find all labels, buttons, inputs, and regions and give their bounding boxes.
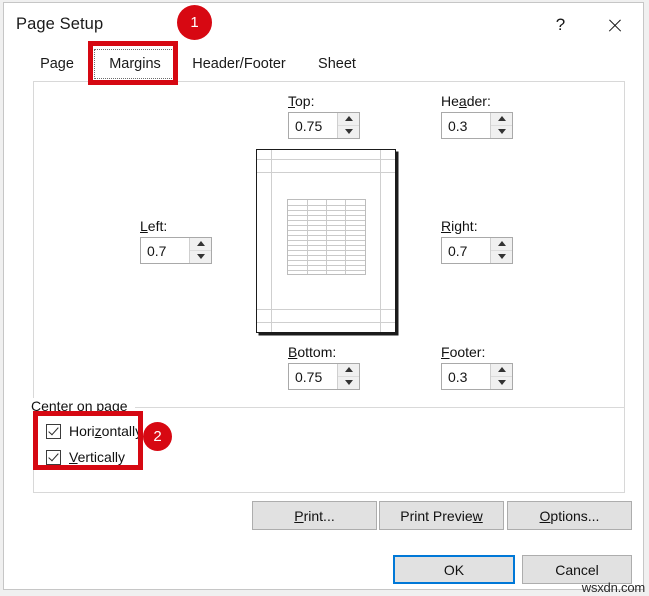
bottom-margin-input[interactable] [289, 364, 337, 389]
top-margin-label: Top: [288, 93, 315, 109]
top-margin-spinner[interactable] [288, 112, 360, 139]
bottom-margin-decrement-button[interactable] [338, 376, 359, 389]
preview-top-margin-line [257, 172, 395, 173]
top-margin-spin-buttons [337, 113, 359, 138]
preview-bottom-margin-line [257, 309, 395, 310]
top-margin-increment-button[interactable] [338, 113, 359, 126]
arrow-down-icon [497, 254, 506, 260]
help-button[interactable]: ? [538, 3, 583, 47]
tab-sheet-label: Sheet [318, 56, 356, 72]
checkbox-horizontally[interactable]: Horizontally [46, 423, 142, 439]
bottom-margin-spinner[interactable] [288, 363, 360, 390]
checkbox-horizontally-box[interactable] [46, 423, 61, 439]
tab-header-footer[interactable]: Header/Footer [180, 49, 298, 79]
preview-right-margin-line [380, 150, 381, 332]
header-margin-decrement-button[interactable] [491, 125, 512, 138]
header-margin-input[interactable] [442, 113, 490, 138]
left-margin-decrement-button[interactable] [190, 250, 211, 263]
left-margin-label: Left: [140, 218, 168, 234]
header-margin-increment-button[interactable] [491, 113, 512, 126]
bottom-margin-increment-button[interactable] [338, 364, 359, 377]
right-margin-spinner[interactable] [441, 237, 513, 264]
arrow-down-icon [344, 380, 353, 386]
bottom-margin-spin-buttons [337, 364, 359, 389]
header-margin-label: Header: [441, 93, 491, 109]
footer-margin-spinner[interactable] [441, 363, 513, 390]
header-margin-field: Header: [441, 93, 513, 139]
left-margin-input[interactable] [141, 238, 189, 263]
print-button-label: Print... [294, 507, 335, 524]
arrow-up-icon [497, 367, 506, 373]
top-margin-field: Top: [288, 93, 360, 139]
tab-page[interactable]: Page [26, 49, 88, 79]
preview-content-grid [287, 199, 366, 275]
left-margin-field: Left: [140, 218, 212, 264]
tab-strip: Page Margins Header/Footer Sheet [4, 47, 643, 81]
footer-margin-label: Footer: [441, 344, 486, 360]
right-margin-spin-buttons [490, 238, 512, 263]
preview-footer-line [257, 322, 395, 323]
print-preview-button-label: Print Preview [400, 507, 483, 524]
tab-header-footer-label: Header/Footer [192, 56, 286, 72]
right-margin-decrement-button[interactable] [491, 250, 512, 263]
preview-header-line [257, 159, 395, 160]
arrow-down-icon [497, 129, 506, 135]
left-margin-increment-button[interactable] [190, 238, 211, 251]
footer-margin-field: Footer: [441, 344, 513, 390]
ok-button[interactable]: OK [393, 555, 515, 584]
bottom-margin-label: Bottom: [288, 344, 337, 360]
tab-margins[interactable]: Margins [94, 49, 176, 79]
close-x-icon [607, 18, 622, 33]
arrow-up-icon [344, 116, 353, 122]
arrow-up-icon [196, 241, 205, 247]
page-title: Page Setup [16, 15, 104, 33]
header-margin-spinner[interactable] [441, 112, 513, 139]
left-margin-spinner[interactable] [140, 237, 212, 264]
right-margin-increment-button[interactable] [491, 238, 512, 251]
checkbox-horizontally-label: Horizontally [69, 423, 143, 439]
arrow-up-icon [497, 116, 506, 122]
top-margin-input[interactable] [289, 113, 337, 138]
ok-button-label: OK [443, 561, 465, 578]
footer-margin-spin-buttons [490, 364, 512, 389]
arrow-up-icon [497, 241, 506, 247]
tab-sheet[interactable]: Sheet [302, 49, 372, 79]
close-button[interactable] [592, 3, 637, 47]
print-preview-button[interactable]: Print Preview [379, 501, 504, 530]
question-mark-icon: ? [555, 15, 566, 34]
header-margin-spin-buttons [490, 113, 512, 138]
left-margin-spin-buttons [189, 238, 211, 263]
tab-page-label: Page [40, 56, 74, 72]
checkbox-vertically-label: Vertically [69, 449, 126, 465]
options-button[interactable]: Options... [507, 501, 632, 530]
bottom-margin-field: Bottom: [288, 344, 360, 390]
page-preview [256, 149, 396, 333]
footer-margin-increment-button[interactable] [491, 364, 512, 377]
top-margin-decrement-button[interactable] [338, 125, 359, 138]
preview-left-margin-line [271, 150, 272, 332]
arrow-up-icon [344, 367, 353, 373]
right-margin-input[interactable] [442, 238, 490, 263]
right-margin-field: Right: [441, 218, 513, 264]
checkbox-vertically[interactable]: Vertically [46, 449, 125, 465]
right-margin-label: Right: [441, 218, 478, 234]
arrow-down-icon [344, 129, 353, 135]
checkbox-vertically-box[interactable] [46, 449, 61, 465]
print-button[interactable]: Print... [252, 501, 377, 530]
footer-margin-input[interactable] [442, 364, 490, 389]
watermark: wsxdn.com [581, 580, 645, 595]
options-button-label: Options... [539, 507, 600, 524]
screenshot-root: Page Setup ? Page Margins Header/Footer … [0, 0, 649, 596]
tab-margins-label: Margins [109, 56, 161, 72]
center-on-page-group-label: Center on page [31, 398, 135, 414]
cancel-button-label: Cancel [555, 561, 599, 578]
page-setup-dialog: Page Setup ? Page Margins Header/Footer … [3, 2, 644, 590]
title-bar: Page Setup ? [4, 3, 643, 47]
footer-margin-decrement-button[interactable] [491, 376, 512, 389]
arrow-down-icon [497, 380, 506, 386]
arrow-down-icon [196, 254, 205, 260]
